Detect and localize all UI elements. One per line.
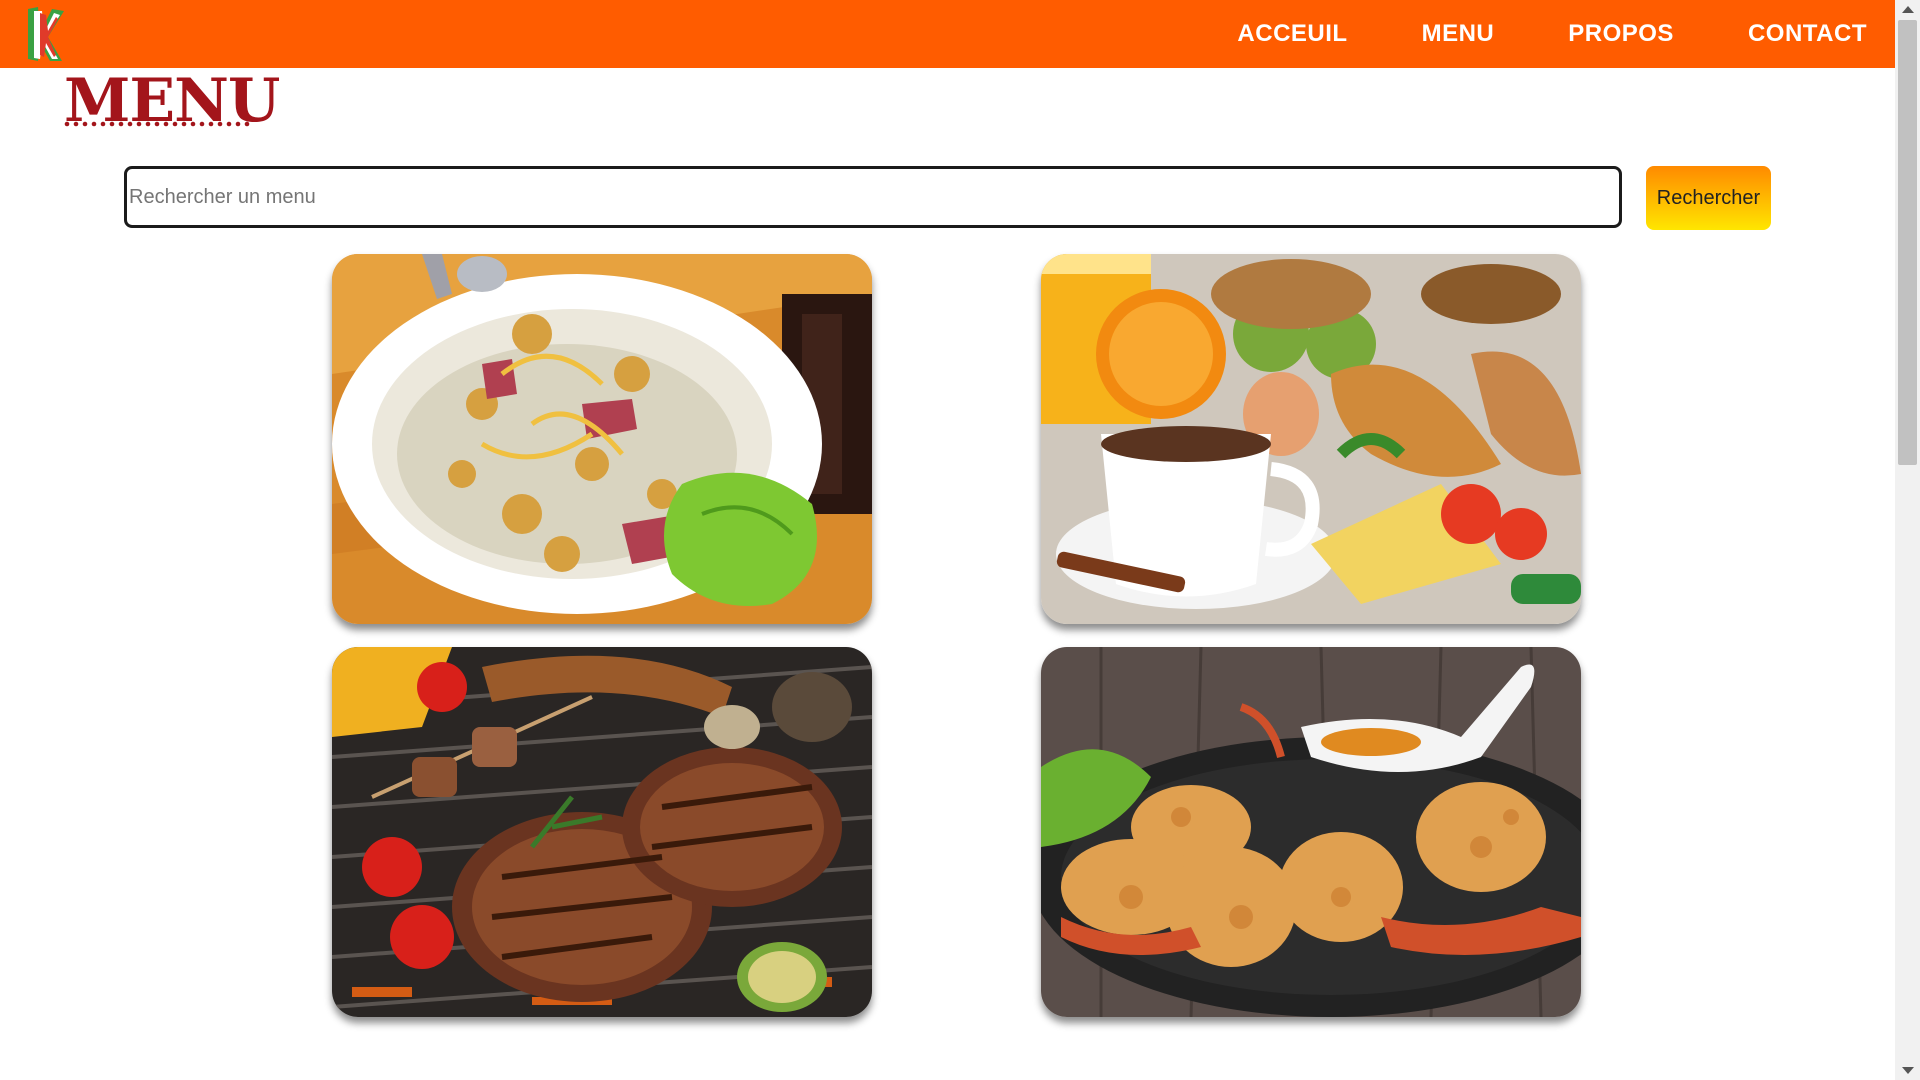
vertical-scrollbar[interactable] (1895, 0, 1920, 1080)
nav-link-acceuil[interactable]: ACCEUIL (1237, 20, 1347, 48)
nav-link-contact[interactable]: CONTACT (1748, 20, 1867, 48)
breakfast-image (1041, 254, 1581, 624)
search-input[interactable] (124, 166, 1622, 228)
navbar: ACCEUIL MENU PROPOS CONTACT (0, 0, 1895, 68)
scroll-up-arrow-icon[interactable] (1902, 6, 1914, 13)
nav-link-menu[interactable]: MENU (1422, 20, 1495, 48)
restaurant-logo-icon[interactable] (18, 3, 80, 65)
menu-card-breakfast[interactable] (1041, 254, 1581, 624)
noodle-soup-image (332, 254, 872, 624)
menu-card-grilled-meat[interactable] (332, 647, 872, 1017)
search-button[interactable]: Rechercher (1646, 166, 1771, 230)
grilled-meat-image (332, 647, 872, 1017)
scrollbar-thumb[interactable] (1898, 20, 1917, 465)
fried-shrimp-image (1041, 647, 1581, 1017)
main-nav: ACCEUIL MENU PROPOS CONTACT (1163, 0, 1867, 68)
nav-link-propos[interactable]: PROPOS (1568, 20, 1674, 48)
menu-card-noodle-soup[interactable] (332, 254, 872, 624)
title-dotted-underline (64, 121, 250, 127)
menu-card-fried-shrimp[interactable] (1041, 647, 1581, 1017)
scroll-down-arrow-icon[interactable] (1902, 1067, 1914, 1074)
